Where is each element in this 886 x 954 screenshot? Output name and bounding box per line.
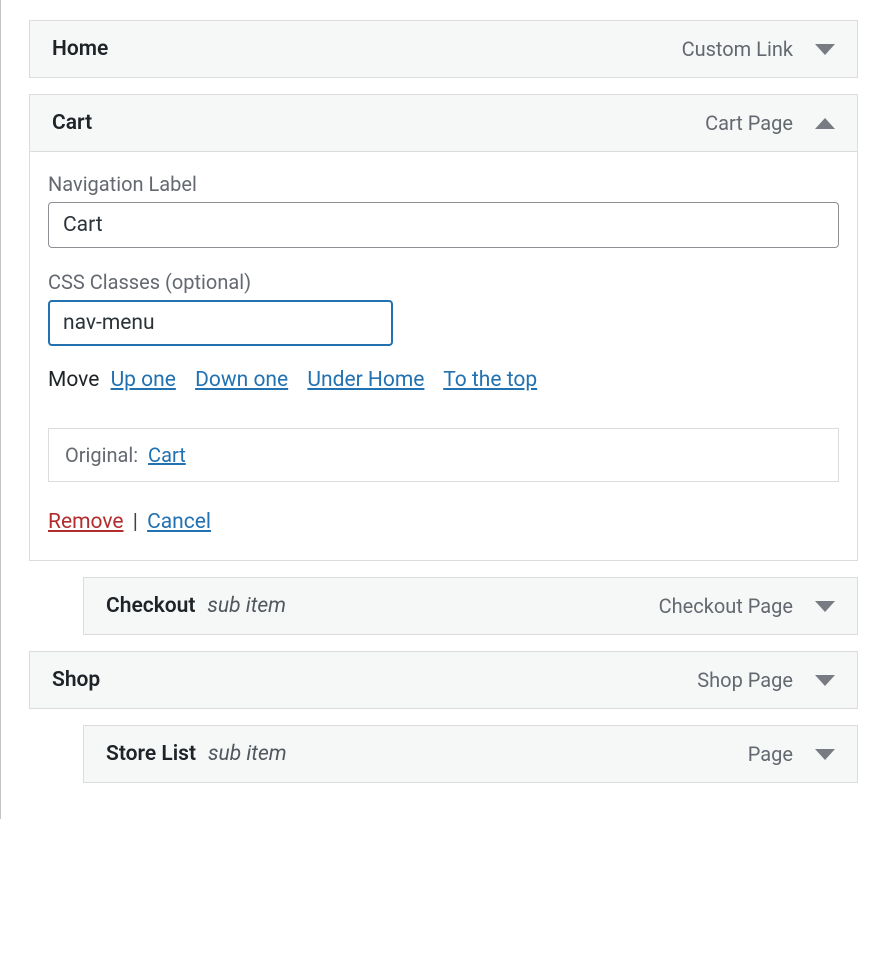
menu-item-type: Custom Link — [682, 37, 793, 61]
menu-item-body: Navigation Label CSS Classes (optional) … — [29, 152, 858, 561]
menu-item-header[interactable]: Checkout sub item Checkout Page — [83, 577, 858, 635]
menu-item-shop: Shop Shop Page — [29, 651, 858, 709]
nav-label-field: Navigation Label — [48, 172, 839, 248]
original-box: Original: Cart — [48, 428, 839, 482]
sub-item-label: sub item — [207, 594, 286, 618]
actions-row: Remove | Cancel — [48, 510, 839, 534]
menu-item-title: Cart — [52, 111, 92, 135]
menu-item-header[interactable]: Home Custom Link — [29, 20, 858, 78]
menu-item-title: Store List — [106, 742, 196, 766]
move-up-one-link[interactable]: Up one — [111, 368, 176, 392]
menu-item-title: Shop — [52, 668, 100, 692]
nav-label-input[interactable] — [48, 202, 839, 248]
cancel-link[interactable]: Cancel — [147, 510, 211, 534]
move-label: Move — [48, 368, 99, 392]
menu-item-meta: Cart Page — [705, 111, 835, 135]
menu-item-meta: Page — [748, 742, 835, 766]
menu-item-title: Home — [52, 37, 108, 61]
menu-item-meta: Checkout Page — [659, 594, 835, 618]
move-down-one-link[interactable]: Down one — [195, 368, 288, 392]
chevron-down-icon[interactable] — [815, 44, 835, 55]
menu-item-header[interactable]: Store List sub item Page — [83, 725, 858, 783]
menu-item-title: Checkout — [106, 594, 195, 618]
menu-item-meta: Shop Page — [697, 668, 835, 692]
nav-label-label: Navigation Label — [48, 172, 839, 196]
move-top-link[interactable]: To the top — [443, 368, 537, 392]
menu-item-store-list: Store List sub item Page — [83, 725, 858, 783]
menu-item-meta: Custom Link — [682, 37, 835, 61]
menu-item-type: Checkout Page — [659, 594, 793, 618]
move-row: Move Up one Down one Under Home To the t… — [48, 368, 839, 392]
chevron-up-icon[interactable] — [815, 118, 835, 129]
chevron-down-icon[interactable] — [815, 675, 835, 686]
menu-item-title-wrap: Checkout sub item — [106, 594, 286, 618]
menu-item-header[interactable]: Cart Cart Page — [29, 94, 858, 152]
chevron-down-icon[interactable] — [815, 749, 835, 760]
sub-item-label: sub item — [208, 742, 287, 766]
divider: | — [133, 510, 138, 534]
menu-item-type: Page — [748, 742, 793, 766]
css-classes-input[interactable] — [48, 300, 393, 346]
menu-item-cart: Cart Cart Page Navigation Label CSS Clas… — [29, 94, 858, 561]
original-link[interactable]: Cart — [148, 443, 186, 467]
css-classes-label: CSS Classes (optional) — [48, 270, 839, 294]
menu-item-type: Cart Page — [705, 111, 793, 135]
remove-link[interactable]: Remove — [48, 510, 124, 534]
original-label: Original: — [65, 443, 138, 467]
css-classes-field: CSS Classes (optional) — [48, 270, 839, 346]
menu-item-home: Home Custom Link — [29, 20, 858, 78]
menu-item-title-wrap: Store List sub item — [106, 742, 287, 766]
menu-item-header[interactable]: Shop Shop Page — [29, 651, 858, 709]
menu-item-type: Shop Page — [697, 668, 793, 692]
move-under-link[interactable]: Under Home — [307, 368, 424, 392]
chevron-down-icon[interactable] — [815, 601, 835, 612]
menu-item-checkout: Checkout sub item Checkout Page — [83, 577, 858, 635]
